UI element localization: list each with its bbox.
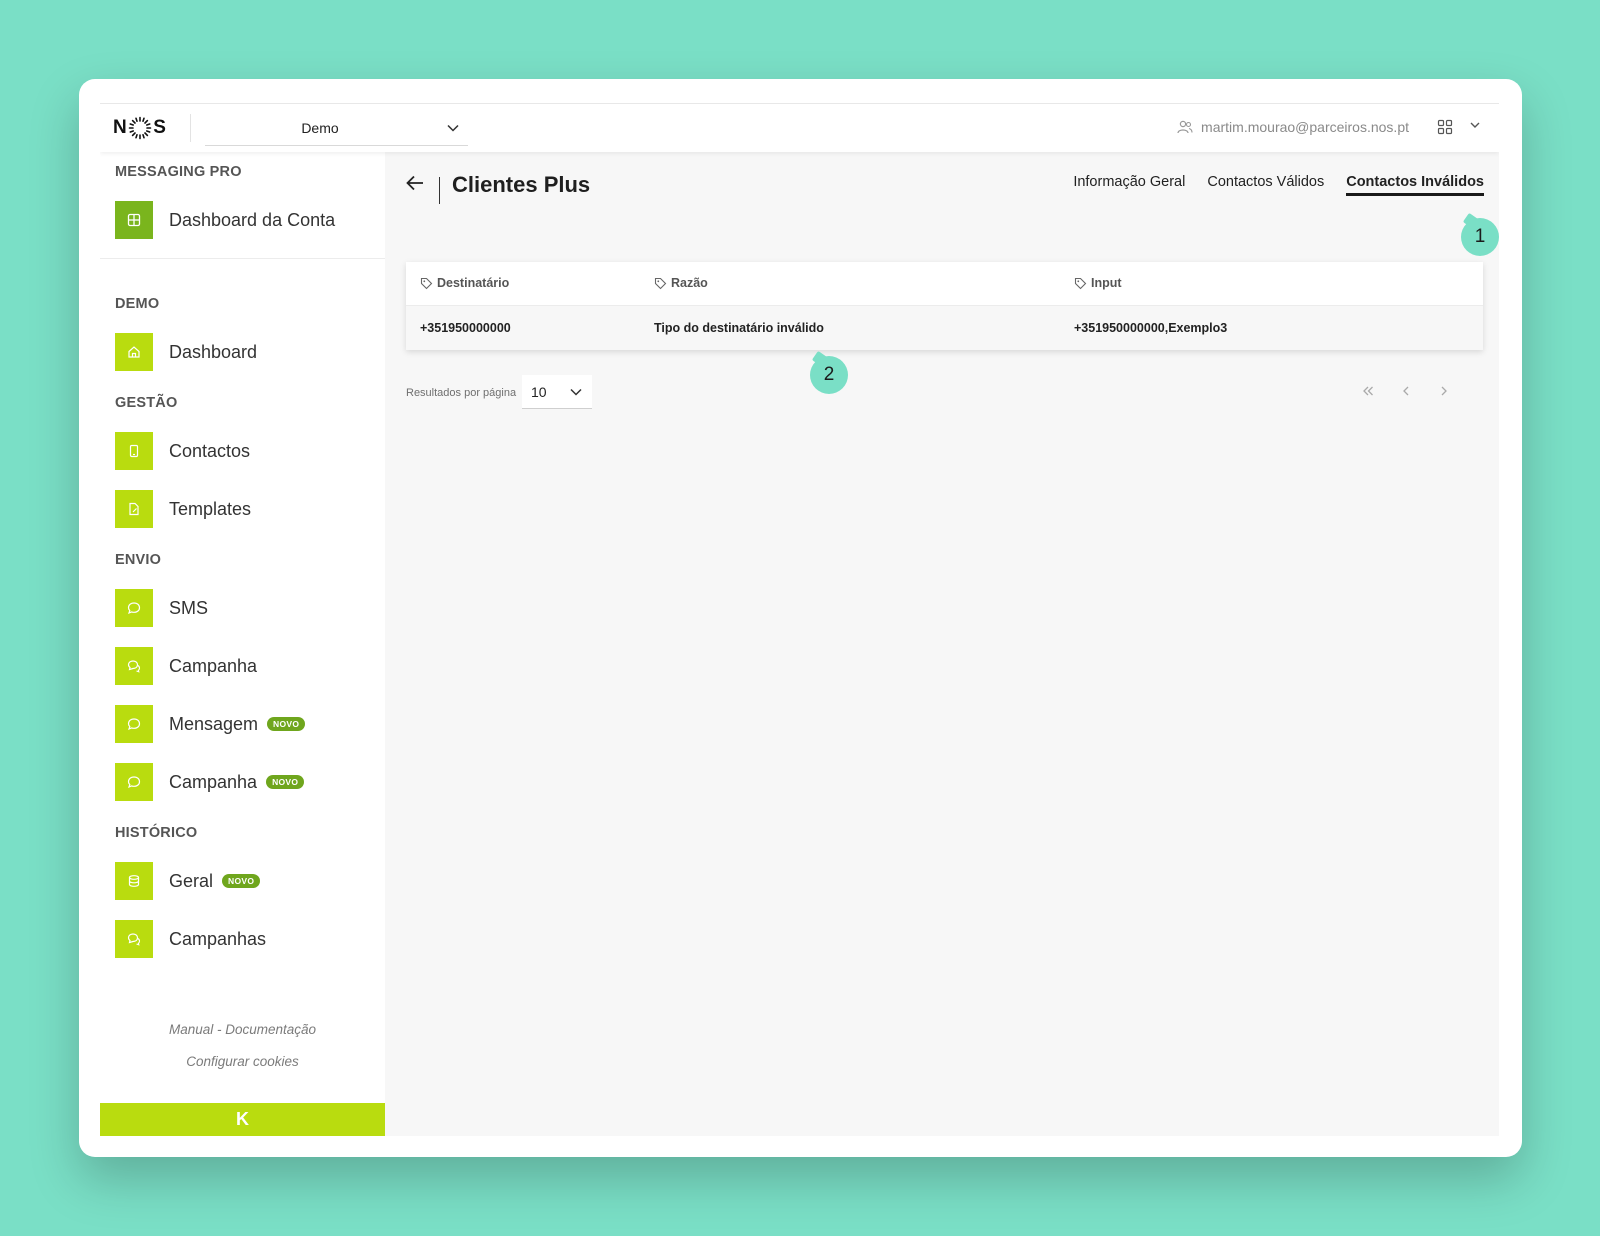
phone-icon [129,444,139,458]
main-content: Clientes Plus Informação Geral Contactos… [385,152,1499,1136]
sidebar-item-campanha[interactable]: Campanha [115,647,257,685]
column-header-input[interactable]: Input [1074,276,1122,290]
sidebar-item-label: Dashboard da Conta [169,209,336,230]
sidebar-item-dashboard[interactable]: Dashboard [115,333,257,371]
tag-icon [420,277,433,289]
per-page-label: Resultados por página [406,387,517,399]
cell-razao: Tipo do destinatário inválido [654,321,824,335]
sidebar-item-label: Campanhas [169,928,267,949]
sidebar: MESSAGING PRO Dashboard da Conta DEMO Da… [100,152,385,1136]
tag-icon [654,277,667,289]
table-row[interactable]: +351950000000 Tipo do destinatário invál… [406,306,1483,350]
section-title-gestao: GESTÃO [115,395,178,411]
user-email: martim.mourao@parceiros.nos.pt [1201,119,1409,135]
first-page-icon[interactable] [1360,383,1376,399]
chevron-down-icon [570,388,582,396]
tab-contactos-invalidos[interactable]: Contactos Inválidos [1346,174,1484,196]
page-title: Clientes Plus [452,172,591,197]
account-select[interactable]: Demo [205,112,468,146]
tab-contactos-validos[interactable]: Contactos Válidos [1207,174,1324,196]
app-window: N S Demo martim.mourao@parceiros.nos.pt … [79,79,1522,1157]
callout-marker-2: 2 [810,356,848,394]
per-page-value: 10 [531,384,547,400]
account-select-value: Demo [301,120,339,136]
tag-icon [1074,277,1087,289]
user-icon [1177,120,1193,134]
sidebar-item-dashboard-da-conta[interactable]: Dashboard da Conta [115,201,335,239]
chat-multi-icon [127,660,141,673]
chat-bubble-icon [127,718,141,731]
dashboard-grid-icon [127,213,141,227]
collapse-icon: K [236,1109,249,1129]
column-header-destinatario[interactable]: Destinatário [420,276,509,290]
sidebar-divider [100,258,385,259]
sidebar-item-campanhas[interactable]: Campanhas [115,920,266,958]
chat-bubble-icon [127,602,141,615]
cookies-link[interactable]: Configurar cookies [100,1054,385,1069]
invalid-contacts-table: Destinatário Razão Input +351950000000 T… [406,262,1483,350]
sidebar-item-geral[interactable]: Geral NOVO [115,862,261,900]
sidebar-item-campanha-novo[interactable]: Campanha NOVO [115,763,305,801]
chat-multi-icon [127,933,141,946]
sidebar-item-label: Contactos [169,440,251,461]
callout-marker-1: 1 [1461,218,1499,256]
pagination: Resultados por página 10 [406,375,1483,409]
tab-informacao-geral[interactable]: Informação Geral [1073,174,1185,196]
title-divider [439,177,440,204]
nos-ring-icon [128,116,152,140]
user-menu[interactable]: martim.mourao@parceiros.nos.pt [1177,119,1409,135]
next-page-icon[interactable] [1436,383,1452,399]
previous-page-icon[interactable] [1398,383,1414,399]
section-title-historico: HISTÓRICO [115,825,198,841]
back-arrow-icon[interactable] [405,174,425,192]
apps-grid-icon[interactable] [1437,119,1453,135]
sidebar-item-mensagem[interactable]: Mensagem NOVO [115,705,306,743]
app-frame: N S Demo martim.mourao@parceiros.nos.pt … [100,103,1499,1136]
sidebar-item-label: Templates [169,498,252,519]
document-edit-icon [129,502,139,516]
section-title-envio: ENVIO [115,552,162,568]
nos-logo[interactable]: N S [113,114,166,142]
new-badge: NOVO [222,874,261,888]
chat-bubble-icon [127,776,141,789]
new-badge: NOVO [266,775,305,789]
sidebar-item-contactos[interactable]: Contactos [115,432,250,470]
top-bar: N S Demo martim.mourao@parceiros.nos.pt [100,103,1499,152]
section-title-messaging-pro: MESSAGING PRO [115,164,242,180]
tab-bar: Informação Geral Contactos Válidos Conta… [1073,174,1484,196]
sidebar-item-label: Campanha [169,655,258,676]
per-page-select[interactable]: 10 [522,375,592,409]
sidebar-item-label: Campanha [169,771,258,792]
logo-divider [190,114,191,142]
sidebar-item-label: Geral [169,870,214,891]
sidebar-item-label: SMS [169,597,209,618]
table-header: Destinatário Razão Input [406,262,1483,306]
chevron-down-icon [447,124,459,132]
section-title-demo: DEMO [115,296,160,312]
home-icon [128,346,140,358]
sidebar-item-sms[interactable]: SMS [115,589,208,627]
sidebar-item-label: Mensagem [169,713,259,734]
sidebar-item-templates[interactable]: Templates [115,490,251,528]
new-badge: NOVO [267,717,306,731]
manual-link[interactable]: Manual - Documentação [100,1022,385,1037]
sidebar-item-label: Dashboard [169,341,258,362]
column-header-razao[interactable]: Razão [654,276,708,290]
cell-destinatario: +351950000000 [420,321,511,335]
chevron-down-icon[interactable] [1469,119,1481,131]
cell-input: +351950000000,Exemplo3 [1074,321,1228,335]
database-icon [128,875,140,887]
sidebar-collapse-button[interactable]: K [100,1103,385,1136]
